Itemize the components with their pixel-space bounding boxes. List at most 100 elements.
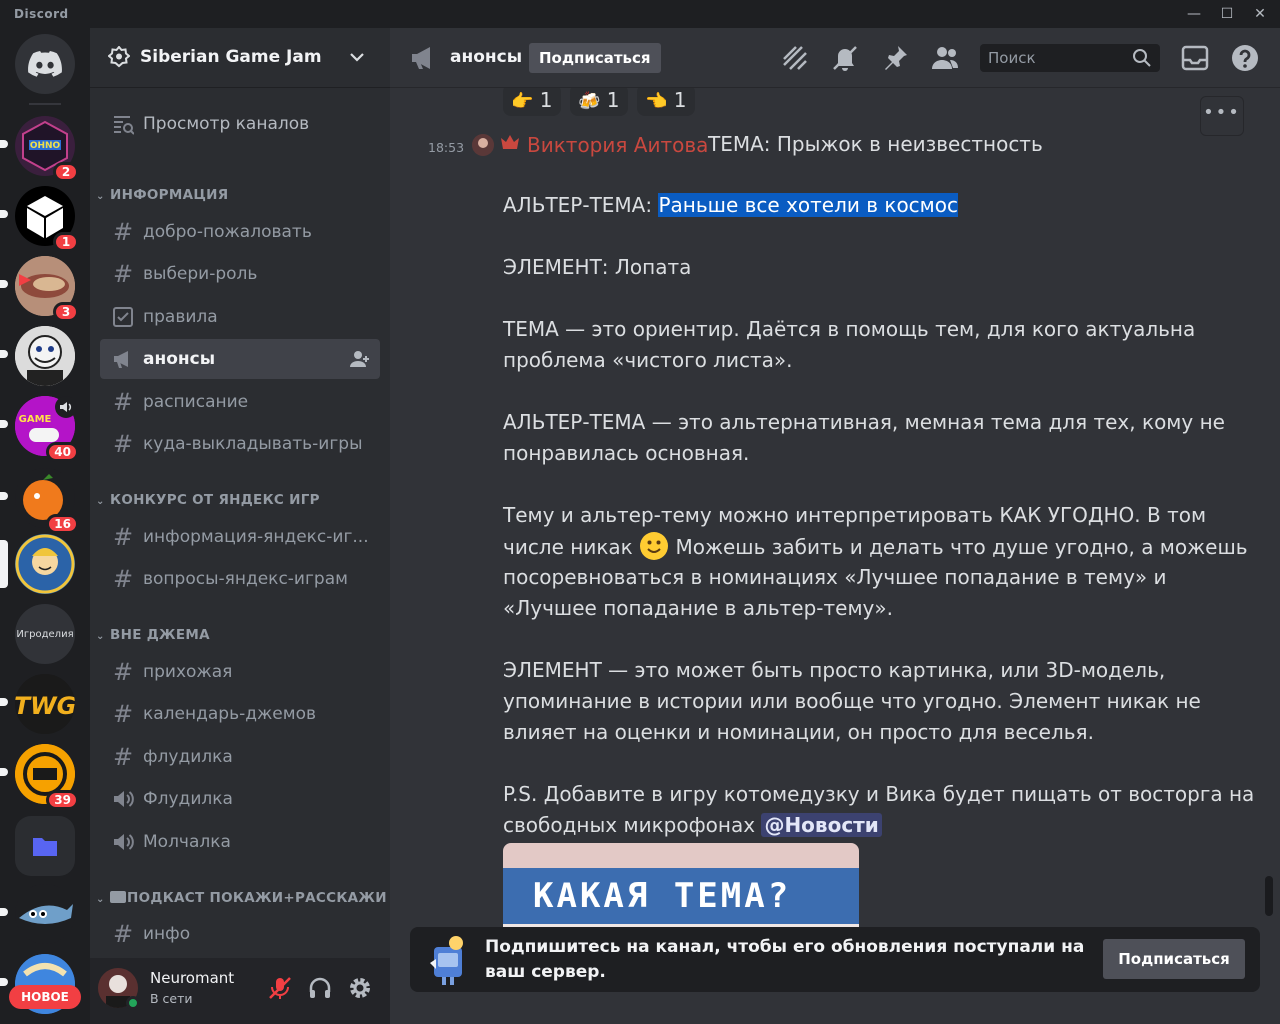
message-author[interactable]: Виктория Аитова: [527, 133, 708, 157]
notification-badge: 16: [46, 514, 79, 534]
browse-channels[interactable]: Просмотр каналов: [100, 104, 380, 144]
server-game[interactable]: GAME 40: [0, 396, 79, 462]
reaction-pill[interactable]: 👉 1: [503, 84, 561, 116]
minimize-button[interactable]: —: [1183, 4, 1205, 24]
server-twg[interactable]: TWG: [0, 674, 75, 734]
svg-text:GAME: GAME: [19, 414, 52, 425]
message-text: числе никак Можешь забить и делать что д…: [503, 531, 1248, 563]
follow-notice-text: Подпишитесь на канал, чтобы его обновлен…: [485, 937, 1085, 982]
reaction-pill[interactable]: 🍻 1: [570, 84, 628, 116]
server-pgn[interactable]: 39: [0, 744, 79, 810]
user-panel: Neuromant В сети: [90, 958, 390, 1024]
follow-channel-illustration-icon: [428, 933, 472, 989]
user-status: В сети: [150, 991, 193, 1006]
headphones-icon[interactable]: [306, 974, 334, 1002]
server-igrodeliya[interactable]: Игроделия: [15, 604, 75, 664]
help-icon[interactable]: [1230, 43, 1260, 73]
follow-notice-button[interactable]: Подписаться: [1103, 939, 1245, 979]
online-status-dot: [126, 996, 140, 1010]
guild-header[interactable]: Siberian Game Jam: [90, 28, 390, 88]
gear-icon[interactable]: [346, 974, 374, 1002]
channel-jam-calendar[interactable]: # календарь-джемов: [100, 694, 380, 734]
channel-yandex-questions[interactable]: # вопросы-яндекс-играм: [100, 559, 380, 599]
server-vault-boy[interactable]: [0, 534, 75, 594]
hash-icon: #: [112, 218, 134, 246]
threads-icon[interactable]: [780, 43, 810, 73]
channel-header: анонсы Подписаться: [390, 28, 1280, 88]
follow-button[interactable]: Подписаться: [529, 43, 661, 73]
server-home[interactable]: [15, 34, 75, 94]
category-podcast[interactable]: ⌄ ПОДКАСТ ПОКАЖИ+РАССКАЖИ: [96, 890, 387, 906]
svg-text:TWG: TWG: [15, 692, 75, 720]
channel-where-upload[interactable]: # куда-выкладывать-игры: [100, 424, 380, 464]
notifications-muted-icon[interactable]: [830, 43, 860, 73]
message-text: упоминание в истории или вообще что угод…: [503, 689, 1201, 713]
channel-hallway[interactable]: # прихожая: [100, 652, 380, 692]
category-outside-jam[interactable]: ⌄ ВНЕ ДЖЕМА: [96, 627, 210, 643]
chat-area: анонсы Подписаться 👉 1 🍻 1 👈 1 ••• 1: [390, 28, 1280, 1024]
rules-icon: [112, 306, 134, 328]
server-folder[interactable]: [15, 816, 75, 876]
message-text: Тему и альтер-тему можно интерпретироват…: [503, 503, 1207, 527]
voice-channel-silent[interactable]: Молчалка: [100, 822, 380, 862]
channel-info[interactable]: # инфо: [100, 914, 380, 954]
reaction-pill[interactable]: 👈 1: [637, 84, 695, 116]
notification-badge: 2: [53, 162, 79, 182]
message-text: P.S. Добавите в игру котомедузку и Вика …: [503, 782, 1255, 806]
message-text: ТЕМА — это ориентир. Даётся в помощь тем…: [503, 317, 1196, 341]
speaker-icon: [55, 396, 77, 418]
image-attachment[interactable]: КАКАЯ ТЕМА?: [503, 843, 859, 933]
chevron-down-icon[interactable]: [348, 48, 366, 70]
server-clown[interactable]: [0, 326, 75, 386]
server-rail: OHNO 2 1 3 GAME 40 16 Игроделия TWG 39 Н…: [0, 28, 90, 1024]
attachment-title-text: КАКАЯ ТЕМА?: [533, 876, 792, 916]
channel-schedule[interactable]: # расписание: [100, 382, 380, 422]
maximize-button[interactable]: ☐: [1216, 4, 1238, 24]
discord-logo-icon: [15, 34, 75, 94]
new-badge[interactable]: НОВОЕ: [9, 985, 81, 1009]
message-text: проблема «чистого листа».: [503, 348, 793, 372]
close-button[interactable]: ✕: [1249, 4, 1271, 24]
server-shark[interactable]: [0, 884, 75, 944]
selected-text: Раньше все хотели в космос: [658, 193, 958, 217]
community-icon: [107, 45, 131, 72]
add-user-icon[interactable]: [350, 350, 370, 372]
mic-muted-icon[interactable]: [266, 974, 294, 1002]
channel-choose-role[interactable]: # выбери-роль: [100, 254, 380, 294]
smile-emoji-icon: [639, 531, 669, 561]
server-ohno[interactable]: OHNO 2: [0, 116, 79, 182]
hash-icon: #: [112, 523, 134, 551]
scrollbar-thumb[interactable]: [1265, 876, 1273, 916]
author-avatar[interactable]: [472, 134, 494, 156]
channel-name: анонсы: [450, 47, 523, 67]
svg-text:OHNO: OHNO: [30, 141, 61, 151]
channel-flood[interactable]: # флудилка: [100, 737, 380, 777]
server-cube[interactable]: 1: [0, 186, 79, 252]
inbox-icon[interactable]: [1180, 43, 1210, 73]
browse-channels-icon: [112, 113, 135, 135]
hash-icon: #: [112, 565, 134, 593]
category-information[interactable]: ⌄ ИНФОРМАЦИЯ: [96, 187, 228, 203]
folder-icon: [15, 816, 75, 876]
member-list-icon[interactable]: [930, 43, 960, 73]
channel-welcome[interactable]: # добро-пожаловать: [100, 212, 380, 252]
message-text: ТЕМА: Прыжок в неизвестность: [708, 132, 1043, 156]
channel-announcements[interactable]: анонсы: [100, 339, 380, 379]
category-yandex-contest[interactable]: ⌄ КОНКУРС ОТ ЯНДЕКС ИГР: [96, 492, 320, 508]
podcast-category-icon: [110, 891, 126, 903]
server-food[interactable]: 3: [0, 256, 79, 322]
pin-icon[interactable]: [880, 43, 910, 73]
channel-rules[interactable]: правила: [100, 297, 380, 337]
channel-yandex-info[interactable]: # информация-яндекс-иг...: [100, 517, 380, 557]
role-mention[interactable]: @Новости: [761, 813, 882, 837]
message-text: ЭЛЕМЕНТ: Лопата: [503, 255, 692, 279]
server-orange[interactable]: 16: [0, 468, 79, 534]
voice-channel-flood[interactable]: Флудилка: [100, 779, 380, 819]
follow-notice: Подпишитесь на канал, чтобы его обновлен…: [410, 927, 1260, 992]
app-title: Discord: [14, 7, 69, 21]
notification-badge: 1: [53, 232, 79, 252]
hash-icon: #: [112, 658, 134, 686]
speaker-icon: [112, 788, 134, 810]
channel-sidebar: Siberian Game Jam Просмотр каналов ⌄ ИНФО…: [90, 28, 390, 1024]
message-more-button[interactable]: •••: [1200, 96, 1244, 136]
